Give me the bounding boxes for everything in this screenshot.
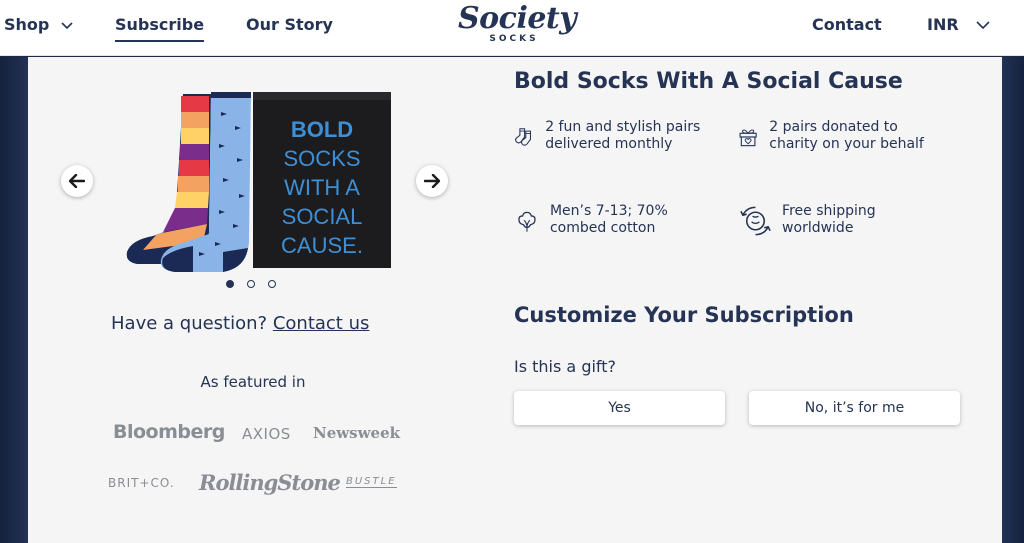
feature-cotton: Men’s 7-13; 70% combed cotton [514, 203, 714, 239]
gift-yes-button[interactable]: Yes [514, 391, 725, 425]
carousel-prev-button[interactable] [61, 165, 93, 197]
axios-logo: AXIOS [242, 425, 291, 443]
main-panel: BOLD SOCKS WITH A SOCIAL CAUSE. Have a q… [28, 57, 1002, 543]
nav-shop[interactable]: Shop [4, 15, 73, 34]
sock-package: BOLD SOCKS WITH A SOCIAL CAUSE. [253, 92, 391, 268]
nav-our-story[interactable]: Our Story [246, 15, 333, 34]
package-line-2: SOCKS [283, 146, 360, 171]
chevron-down-icon [61, 21, 73, 29]
logo-wordmark: Society [458, 1, 577, 36]
question-text: Have a question? Contact us [111, 313, 369, 334]
currency-label: INR [927, 15, 959, 34]
question-prefix: Have a question? [111, 313, 268, 334]
newsweek-logo: Newsweek [313, 424, 401, 442]
rolling-stone-logo: RollingStone [199, 470, 341, 495]
feature-monthly-text: 2 fun and stylish pairs delivered monthl… [545, 119, 701, 152]
arrow-right-icon [424, 174, 440, 188]
feature-monthly: 2 fun and stylish pairs delivered monthl… [514, 119, 714, 155]
page-background-left [0, 57, 28, 543]
chevron-down-icon [976, 21, 990, 30]
page-background-right [1002, 57, 1024, 543]
society-socks-logo[interactable]: Society SOCKS [458, 1, 577, 52]
bloomberg-logo: Bloomberg [113, 421, 225, 443]
bustle-logo: BUSTLE [346, 476, 397, 488]
carousel-next-button[interactable] [416, 165, 448, 197]
carousel-dot-2[interactable] [247, 280, 255, 288]
package-line-5: CAUSE. [281, 233, 363, 258]
carousel-dot-3[interactable] [268, 280, 276, 288]
feature-cotton-text: Men’s 7-13; 70% combed cotton [549, 203, 668, 236]
feature-shipping-text: Free shipping worldwide [782, 203, 876, 236]
site-header: Shop Subscribe Our Story Society SOCKS C… [0, 0, 1024, 56]
feature-donated: 2 pairs donated to charity on your behal… [737, 119, 947, 155]
britco-logo: BRIT+CO. [108, 476, 175, 490]
featured-heading: As featured in [200, 373, 306, 391]
currency-selector[interactable]: INR [927, 15, 990, 34]
gift-question: Is this a gift? [514, 357, 617, 376]
feature-donated-text: 2 pairs donated to charity on your behal… [769, 119, 924, 152]
gift-heart-icon [739, 129, 757, 147]
nav-subscribe[interactable]: Subscribe [115, 15, 205, 42]
nav-contact[interactable]: Contact [812, 15, 882, 34]
arrow-left-icon [69, 174, 85, 188]
package-line-4: SOCIAL [282, 204, 363, 229]
nav-shop-label: Shop [4, 15, 50, 34]
carousel-dots [226, 280, 276, 288]
product-image: BOLD SOCKS WITH A SOCIAL CAUSE. [126, 92, 391, 272]
product-title: Bold Socks With A Social Cause [514, 69, 903, 94]
shipping-globe-icon [740, 206, 771, 236]
gift-no-button[interactable]: No, it’s for me [749, 391, 960, 425]
customize-title: Customize Your Subscription [514, 303, 854, 327]
feature-shipping: Free shipping worldwide [737, 203, 947, 239]
socks-icon [515, 128, 532, 146]
carousel-dot-1[interactable] [226, 280, 234, 288]
cotton-icon [518, 211, 536, 232]
package-line-1: BOLD [291, 117, 353, 142]
contact-us-link[interactable]: Contact us [273, 313, 370, 334]
package-line-3: WITH A [284, 175, 360, 200]
